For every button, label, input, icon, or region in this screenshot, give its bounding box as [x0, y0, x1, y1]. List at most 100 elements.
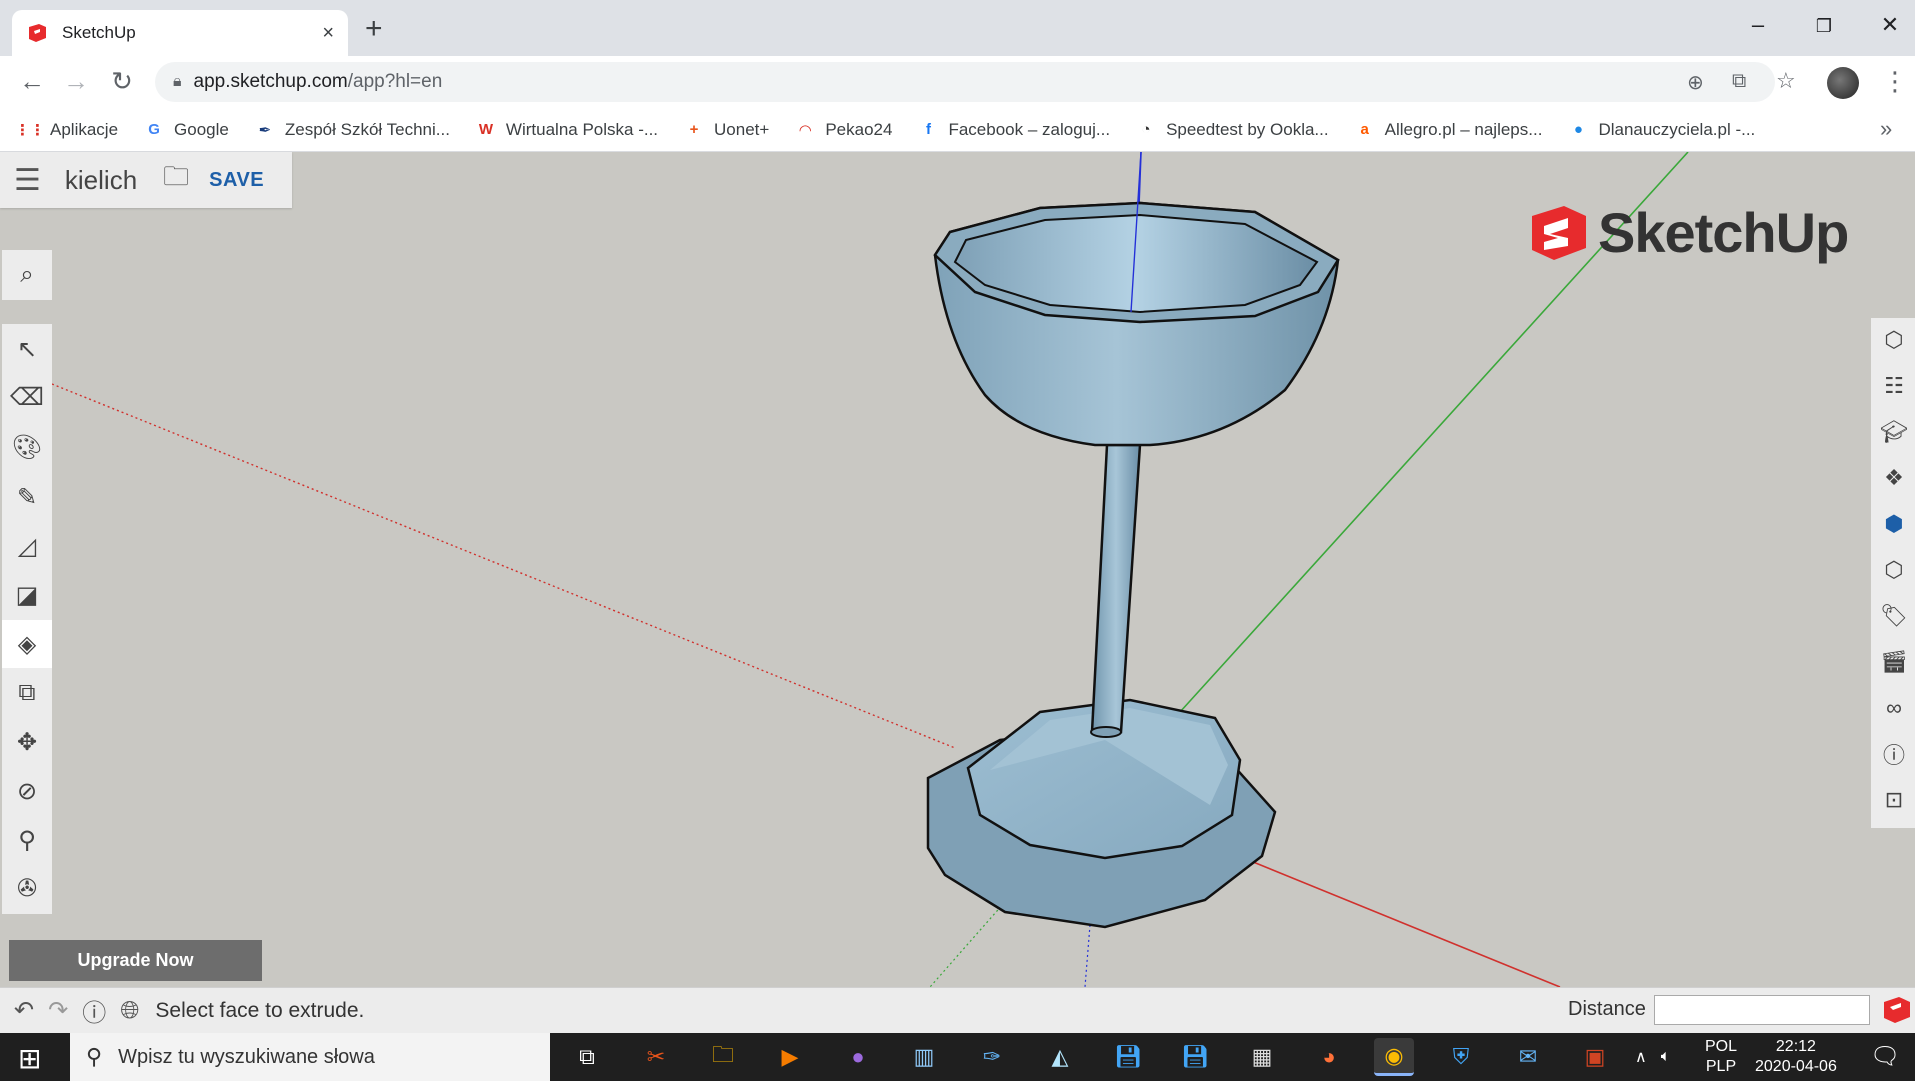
arc-tool-icon[interactable]: ◿ — [2, 522, 52, 570]
redo-icon[interactable]: ↷ — [48, 996, 68, 1025]
bookmark-label: Google — [174, 119, 229, 139]
move-tool-icon[interactable]: ✥ — [2, 718, 52, 766]
task-view-icon[interactable]: ⧉ — [567, 1038, 607, 1076]
bookmark-label: Uonet+ — [714, 119, 770, 139]
stem[interactable] — [1090, 443, 1142, 734]
volume-icon[interactable]: 🔈︎ — [1661, 1048, 1671, 1066]
entity-info-icon[interactable]: ⬡ — [1875, 320, 1913, 360]
upgrade-now-button[interactable]: Upgrade Now — [9, 940, 262, 981]
language-code: POL — [1705, 1038, 1738, 1055]
bookmark-star-icon[interactable]: ☆ — [1776, 68, 1796, 94]
stem-foot — [1090, 726, 1122, 738]
components-icon[interactable]: ❖ — [1875, 458, 1913, 498]
model-info-icon[interactable]: ⓘ — [1875, 734, 1913, 774]
facebook-icon: f — [925, 121, 931, 138]
install-app-icon[interactable]: ⊕ — [1687, 70, 1704, 95]
tray-chevron-icon[interactable]: ∧ — [1635, 1047, 1647, 1067]
undo-icon[interactable]: ↶ — [14, 996, 34, 1025]
styles-icon[interactable]: ⬡ — [1875, 550, 1913, 590]
translate-icon[interactable]: ⧉ — [1732, 70, 1746, 93]
bookmark-item[interactable]: ◔ Speedtest by Ookla... — [1136, 120, 1329, 140]
hamburger-menu-icon[interactable]: ☰ — [14, 163, 41, 198]
walk-tool-icon[interactable]: ⚲ — [2, 816, 52, 864]
model-canvas[interactable] — [0, 152, 1915, 987]
app-pen-icon[interactable]: ✑ — [972, 1038, 1012, 1076]
help-icon[interactable]: ⓘ — [82, 993, 106, 1028]
folder-icon[interactable]: 🗀︎ — [163, 158, 189, 202]
save-disk-2-icon[interactable]: 💾︎ — [1175, 1038, 1215, 1076]
orbit-tool-icon[interactable]: ✇ — [2, 864, 52, 912]
bookmark-item[interactable]: G Google — [144, 120, 229, 140]
file-explorer-icon[interactable]: 🗀︎ — [703, 1038, 743, 1076]
bookmark-label: Speedtest by Ookla... — [1166, 119, 1329, 139]
outliner-icon[interactable]: ☷ — [1875, 366, 1913, 406]
bookmark-item[interactable]: ⋮⋮ Aplikacje — [15, 120, 118, 140]
url-path: /app?hl=en — [347, 71, 443, 92]
bookmark-item[interactable]: f Facebook – zaloguj... — [918, 120, 1110, 140]
push-pull-tool-icon[interactable]: ◈ — [2, 620, 52, 668]
minimize-button[interactable]: – — [1738, 12, 1778, 38]
tab-close-icon[interactable]: × — [322, 22, 334, 45]
taskbar-search[interactable]: ⚲ Wpisz tu wyszukiwane słowa — [70, 1033, 550, 1081]
search-tool-icon[interactable]: ⌕ — [2, 250, 52, 300]
uonet-icon: + — [689, 121, 699, 138]
pencil-tool-icon[interactable]: ✎ — [2, 473, 52, 521]
close-window-button[interactable]: ✕ — [1870, 12, 1910, 38]
bookmark-item[interactable]: + Uonet+ — [684, 119, 770, 140]
eraser-tool-icon[interactable]: ⌫ — [2, 373, 52, 421]
bookmark-label: Allegro.pl – najleps... — [1384, 119, 1543, 139]
security-shield-icon[interactable]: ⛨ — [1441, 1038, 1481, 1076]
restore-button[interactable]: ❐ — [1804, 16, 1844, 37]
blue-axis-hidden — [1084, 924, 1091, 987]
new-tab-button[interactable]: + — [365, 14, 383, 44]
sketch-app-icon[interactable]: ✂ — [636, 1038, 676, 1076]
bookmark-item[interactable]: ● Dlanauczyciela.pl -... — [1568, 120, 1755, 140]
back-arrow-icon[interactable]: ← — [14, 66, 50, 96]
tags-icon[interactable]: 🏷︎ — [1875, 596, 1913, 636]
tape-measure-icon[interactable]: ⊘ — [2, 767, 52, 815]
nvu-app-icon[interactable]: ● — [838, 1038, 878, 1076]
scenes-icon[interactable]: 🎬︎ — [1875, 642, 1913, 682]
notifications-icon[interactable]: 🗨︎ — [1870, 1042, 1900, 1071]
offset-tool-icon[interactable]: ⧉ — [2, 669, 52, 717]
language-indicator[interactable]: POL PLP — [1705, 1037, 1737, 1077]
app-shape-icon[interactable]: ◭ — [1040, 1038, 1080, 1076]
materials-icon[interactable]: ⬢ — [1875, 504, 1913, 544]
chrome-icon[interactable]: ◉ — [1374, 1038, 1414, 1076]
bookmark-item[interactable]: a Allegro.pl – najleps... — [1355, 119, 1543, 140]
bookmark-label: Zespół Szkół Techni... — [284, 119, 450, 139]
rectangle-tool-icon[interactable]: ◪ — [2, 571, 52, 619]
extension-icon[interactable]: ⊡ — [1875, 780, 1913, 820]
profile-avatar[interactable] — [1827, 67, 1859, 99]
document-title-panel: ☰ kielich 🗀︎ SAVE — [0, 152, 292, 208]
instructor-icon[interactable]: 🎓︎ — [1875, 412, 1913, 452]
browser-tab-sketchup[interactable]: SketchUp × — [12, 10, 348, 56]
calculator-icon[interactable]: ▦ — [1242, 1038, 1282, 1076]
chrome-menu-icon[interactable]: ⋮ — [1882, 66, 1908, 97]
globe-icon[interactable]: 🌐︎ — [120, 997, 139, 1025]
media-player-icon[interactable]: ▶ — [770, 1038, 810, 1076]
forward-arrow-icon[interactable]: → — [58, 66, 94, 96]
select-tool-icon[interactable]: ↖ — [2, 325, 52, 373]
reload-icon[interactable]: ↻ — [104, 66, 140, 96]
taskbar-search-placeholder: Wpisz tu wyszukiwane słowa — [118, 1045, 375, 1068]
address-bar[interactable]: 🔒︎ app.sketchup.com/app?hl=en — [155, 62, 1775, 102]
save-disk-icon[interactable]: 💾︎ — [1108, 1038, 1148, 1076]
windows-start-icon[interactable]: ⊞ — [18, 1042, 41, 1075]
sketchup-viewport[interactable] — [0, 152, 1915, 987]
taskbar-clock[interactable]: 22:12 2020-04-06 — [1755, 1037, 1837, 1077]
display-icon[interactable]: ∞ — [1875, 688, 1913, 728]
app-book-icon[interactable]: ▥ — [904, 1038, 944, 1076]
bookmarks-overflow-icon[interactable]: » — [1880, 116, 1892, 142]
document-title[interactable]: kielich — [65, 165, 137, 196]
save-button[interactable]: SAVE — [209, 169, 264, 192]
bookmark-item[interactable]: ◠ Pekao24 — [795, 120, 893, 140]
sketchup-logo-mark-icon — [1532, 205, 1586, 260]
bookmark-item[interactable]: W Wirtualna Polska -... — [476, 120, 658, 140]
mail-icon[interactable]: ✉ — [1508, 1038, 1548, 1076]
distance-input[interactable] — [1654, 995, 1870, 1025]
paint-bucket-icon[interactable]: 🎨︎ — [2, 423, 52, 471]
firefox-icon[interactable]: ◕ — [1309, 1038, 1349, 1076]
powerpoint-icon[interactable]: ▣ — [1575, 1038, 1615, 1076]
bookmark-item[interactable]: ✒ Zespół Szkół Techni... — [255, 120, 450, 140]
